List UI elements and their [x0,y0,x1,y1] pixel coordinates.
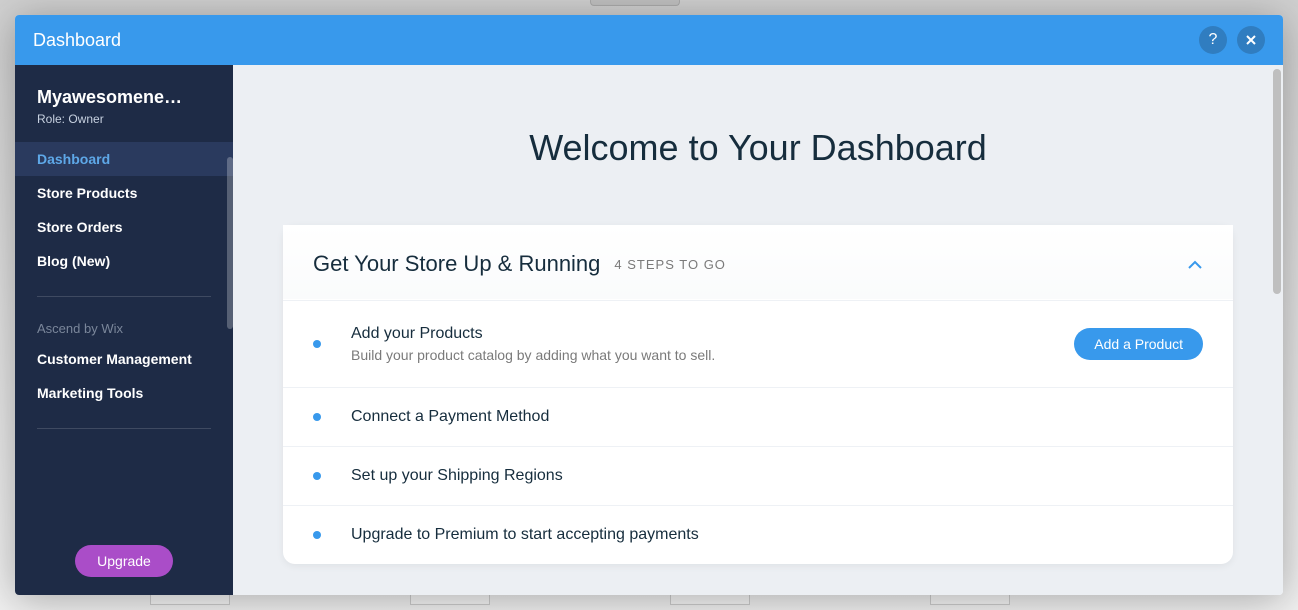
step-bullet-icon [313,340,321,348]
nav-dashboard[interactable]: Dashboard [15,142,233,176]
chevron-up-icon [1187,260,1203,270]
setup-title: Get Your Store Up & Running [313,251,600,277]
nav-store-orders[interactable]: Store Orders [15,210,233,244]
modal-body: Myawesomene… Role: Owner Dashboard Store… [15,65,1283,595]
modal-title: Dashboard [33,30,1189,51]
step-title: Add your Products [351,325,1074,343]
close-icon [1245,34,1257,46]
main-content: Welcome to Your Dashboard Get Your Store… [233,65,1283,595]
step-title: Connect a Payment Method [351,408,1203,426]
modal-header: Dashboard ? [15,15,1283,65]
help-button[interactable]: ? [1199,26,1227,54]
help-icon: ? [1209,31,1218,49]
nav-store-products[interactable]: Store Products [15,176,233,210]
setup-step-shipping[interactable]: Set up your Shipping Regions [283,446,1233,505]
dashboard-modal: Dashboard ? Myawesomene… Role: Owner Das… [15,15,1283,595]
setup-step-upgrade[interactable]: Upgrade to Premium to start accepting pa… [283,505,1233,564]
nav-divider [37,296,211,297]
upgrade-section: Upgrade [15,527,233,595]
sidebar-nav: Dashboard Store Products Store Orders Bl… [15,136,233,527]
step-text: Add your Products Build your product cat… [351,325,1074,363]
nav-divider-2 [37,428,211,429]
setup-card-header[interactable]: Get Your Store Up & Running 4 STEPS TO G… [283,225,1233,300]
site-name: Myawesomene… [37,87,211,108]
step-bullet-icon [313,413,321,421]
upgrade-button[interactable]: Upgrade [75,545,173,577]
close-button[interactable] [1237,26,1265,54]
setup-step-payment[interactable]: Connect a Payment Method [283,387,1233,446]
step-desc: Build your product catalog by adding wha… [351,347,1074,363]
step-title: Set up your Shipping Regions [351,467,1203,485]
content-scrollbar[interactable] [1273,69,1281,294]
sidebar: Myawesomene… Role: Owner Dashboard Store… [15,65,233,595]
welcome-heading: Welcome to Your Dashboard [233,127,1283,169]
setup-steps-count: 4 STEPS TO GO [614,257,726,272]
site-role: Role: Owner [37,112,211,126]
add-product-button[interactable]: Add a Product [1074,328,1203,360]
collapse-toggle[interactable] [1187,254,1203,275]
nav-marketing-tools[interactable]: Marketing Tools [15,376,233,410]
setup-card: Get Your Store Up & Running 4 STEPS TO G… [283,225,1233,564]
step-bullet-icon [313,472,321,480]
step-bullet-icon [313,531,321,539]
ascend-section-label: Ascend by Wix [15,315,233,342]
nav-blog[interactable]: Blog (New) [15,244,233,278]
step-title: Upgrade to Premium to start accepting pa… [351,526,1203,544]
nav-customer-management[interactable]: Customer Management [15,342,233,376]
setup-step-add-products[interactable]: Add your Products Build your product cat… [283,300,1233,387]
collapsed-top-handle[interactable] [590,0,680,6]
site-info[interactable]: Myawesomene… Role: Owner [15,65,233,136]
